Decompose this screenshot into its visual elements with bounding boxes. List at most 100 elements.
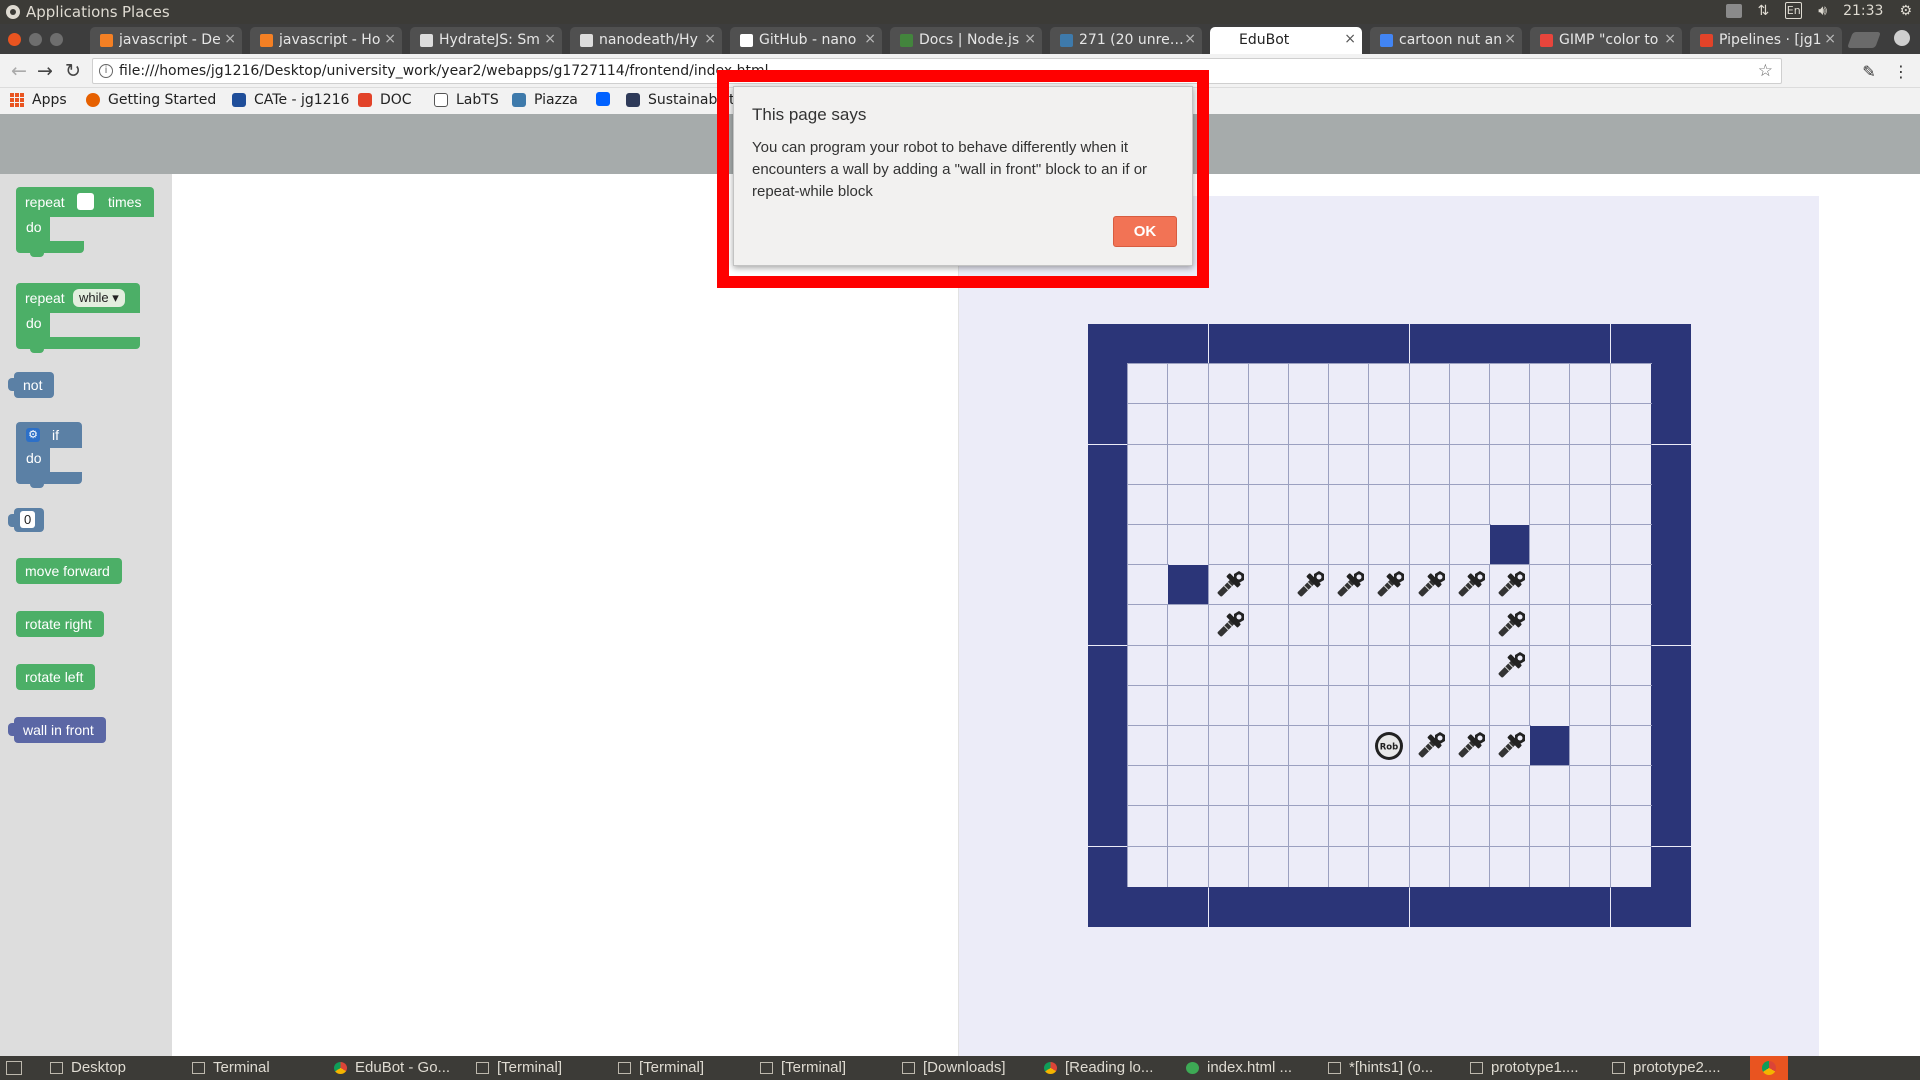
browser-tab[interactable]: HydrateJS: Sm × bbox=[410, 27, 562, 54]
nut-bolt-icon bbox=[1410, 565, 1450, 605]
move-forward-block[interactable]: move forward bbox=[16, 558, 122, 584]
rotate-right-block[interactable]: rotate right bbox=[16, 611, 104, 637]
volume-icon[interactable]: 🔊︎ bbox=[1818, 3, 1827, 19]
browser-tab[interactable]: GitHub - nano × bbox=[730, 27, 882, 54]
floor-cell bbox=[1248, 846, 1290, 888]
floor-cell bbox=[1569, 805, 1611, 847]
extension-icon[interactable]: ✎ bbox=[1860, 62, 1878, 81]
window-maximize-button[interactable] bbox=[50, 33, 63, 46]
taskbar-item[interactable]: Desktop bbox=[50, 1059, 188, 1076]
floor-cell bbox=[1208, 444, 1250, 486]
floor-cell bbox=[1569, 444, 1611, 486]
taskbar-item[interactable]: EduBot - Go... bbox=[334, 1059, 472, 1076]
browser-tab[interactable]: nanodeath/Hy × bbox=[570, 27, 722, 54]
back-button[interactable]: ← bbox=[8, 60, 30, 82]
forward-button[interactable]: → bbox=[34, 60, 56, 82]
browser-tab[interactable]: Pipelines · [jg1 × bbox=[1690, 27, 1842, 54]
floor-cell bbox=[1208, 805, 1250, 847]
active-chrome-task[interactable] bbox=[1750, 1056, 1788, 1080]
taskbar-item[interactable]: [Terminal] bbox=[476, 1059, 614, 1076]
floor-cell bbox=[1208, 725, 1250, 767]
bookmark-star-icon[interactable]: ☆ bbox=[1758, 61, 1773, 81]
floor-cell bbox=[1167, 685, 1209, 727]
tab-strip: javascript - De × javascript - Ho × HydrateJ… bbox=[0, 24, 1920, 54]
tab-close-icon[interactable]: × bbox=[384, 31, 396, 47]
info-icon[interactable]: i bbox=[99, 64, 113, 78]
bookmark-item[interactable]: LabTS bbox=[434, 92, 499, 108]
taskbar-item[interactable]: prototype1.... bbox=[1470, 1059, 1608, 1076]
tab-close-icon[interactable]: × bbox=[544, 31, 556, 47]
tab-close-icon[interactable]: × bbox=[704, 31, 716, 47]
tab-close-icon[interactable]: × bbox=[1664, 31, 1676, 47]
browser-tab[interactable]: 271 (20 unread × bbox=[1050, 27, 1202, 54]
floor-cell bbox=[1409, 685, 1451, 727]
floor-cell bbox=[1610, 765, 1652, 807]
taskbar-item[interactable]: [Terminal] bbox=[760, 1059, 898, 1076]
keyboard-layout-indicator[interactable]: En bbox=[1785, 2, 1803, 19]
repeat-while-do-arm: do bbox=[16, 313, 50, 337]
taskbar-item[interactable]: [Reading lo... bbox=[1044, 1059, 1182, 1076]
bookmark-item[interactable]: Getting Started bbox=[86, 92, 216, 108]
piazza-icon bbox=[512, 93, 526, 107]
repeat-count-slot[interactable] bbox=[77, 193, 94, 210]
floor-cell bbox=[1489, 846, 1531, 888]
window-close-button[interactable] bbox=[8, 33, 21, 46]
new-tab-button[interactable] bbox=[1847, 32, 1881, 48]
rotate-left-block[interactable]: rotate left bbox=[16, 664, 96, 690]
bookmark-item[interactable]: DOC bbox=[358, 92, 412, 108]
show-desktop-icon[interactable] bbox=[6, 1061, 22, 1075]
chrome-menu-icon[interactable]: ⋮ bbox=[1892, 62, 1910, 81]
taskbar-item[interactable]: index.html ... bbox=[1186, 1059, 1324, 1076]
while-dropdown[interactable]: while ▾ bbox=[73, 289, 125, 307]
bookmark-item[interactable] bbox=[596, 92, 610, 106]
network-icon[interactable]: ⇅ bbox=[1758, 3, 1770, 19]
browser-tab[interactable]: EduBot × bbox=[1210, 27, 1362, 54]
floor-cell bbox=[1610, 725, 1652, 767]
ok-button[interactable]: OK bbox=[1113, 216, 1177, 247]
reload-button[interactable]: ↻ bbox=[62, 60, 84, 82]
tab-close-icon[interactable]: × bbox=[1184, 31, 1196, 47]
bookmark-item[interactable]: Apps bbox=[10, 92, 67, 108]
browser-tab[interactable]: javascript - De × bbox=[90, 27, 242, 54]
dropbox-tray-icon[interactable] bbox=[1725, 3, 1742, 18]
taskbar-item[interactable]: Terminal bbox=[192, 1059, 330, 1076]
taskbar-item[interactable]: *[hints1] (o... bbox=[1328, 1059, 1466, 1076]
browser-tab[interactable]: javascript - Ho × bbox=[250, 27, 402, 54]
applications-menu[interactable]: Applications bbox=[6, 3, 118, 21]
if-mutator-gear-icon[interactable]: ⚙ bbox=[26, 428, 40, 442]
wall-in-front-block[interactable]: wall in front bbox=[8, 717, 106, 743]
bookmark-item[interactable]: CATe - jg1216 bbox=[232, 92, 349, 108]
floor-cell bbox=[1368, 765, 1410, 807]
number-block[interactable]: 0 bbox=[8, 508, 44, 532]
floor-cell bbox=[1248, 765, 1290, 807]
tab-close-icon[interactable]: × bbox=[1344, 31, 1356, 47]
profile-icon[interactable] bbox=[1894, 30, 1910, 46]
taskbar-item[interactable]: prototype2.... bbox=[1612, 1059, 1750, 1076]
tab-close-icon[interactable]: × bbox=[864, 31, 876, 47]
floor-cell bbox=[1409, 765, 1451, 807]
taskbar-item[interactable]: [Terminal] bbox=[618, 1059, 756, 1076]
tab-close-icon[interactable]: × bbox=[1024, 31, 1036, 47]
nut-bolt-icon bbox=[1209, 565, 1249, 605]
browser-tab[interactable]: cartoon nut an × bbox=[1370, 27, 1522, 54]
floor-cell: Rob bbox=[1368, 725, 1410, 767]
bookmark-item[interactable]: Piazza bbox=[512, 92, 578, 108]
browser-tab[interactable]: GIMP "color to × bbox=[1530, 27, 1682, 54]
repeat-while-block[interactable]: repeat while ▾ bbox=[16, 283, 140, 313]
number-value[interactable]: 0 bbox=[20, 511, 36, 528]
tab-close-icon[interactable]: × bbox=[224, 31, 236, 47]
taskbar-item[interactable]: [Downloads] bbox=[902, 1059, 1040, 1076]
browser-tab[interactable]: Docs | Node.js × bbox=[890, 27, 1042, 54]
window-minimize-button[interactable] bbox=[29, 33, 42, 46]
taskbar-item-label: [Terminal] bbox=[497, 1059, 563, 1076]
floor-cell bbox=[1569, 403, 1611, 445]
code-workspace[interactable] bbox=[172, 174, 959, 1056]
not-block[interactable]: not bbox=[7, 372, 55, 398]
if-block[interactable]: ⚙ if bbox=[16, 422, 82, 448]
repeat-times-block[interactable]: repeat times bbox=[16, 187, 154, 217]
places-menu[interactable]: Places bbox=[122, 3, 170, 21]
settings-gear-icon[interactable]: ⚙ bbox=[1899, 3, 1912, 19]
tab-close-icon[interactable]: × bbox=[1824, 31, 1836, 47]
tab-close-icon[interactable]: × bbox=[1504, 31, 1516, 47]
clock[interactable]: 21:33 bbox=[1843, 3, 1883, 19]
